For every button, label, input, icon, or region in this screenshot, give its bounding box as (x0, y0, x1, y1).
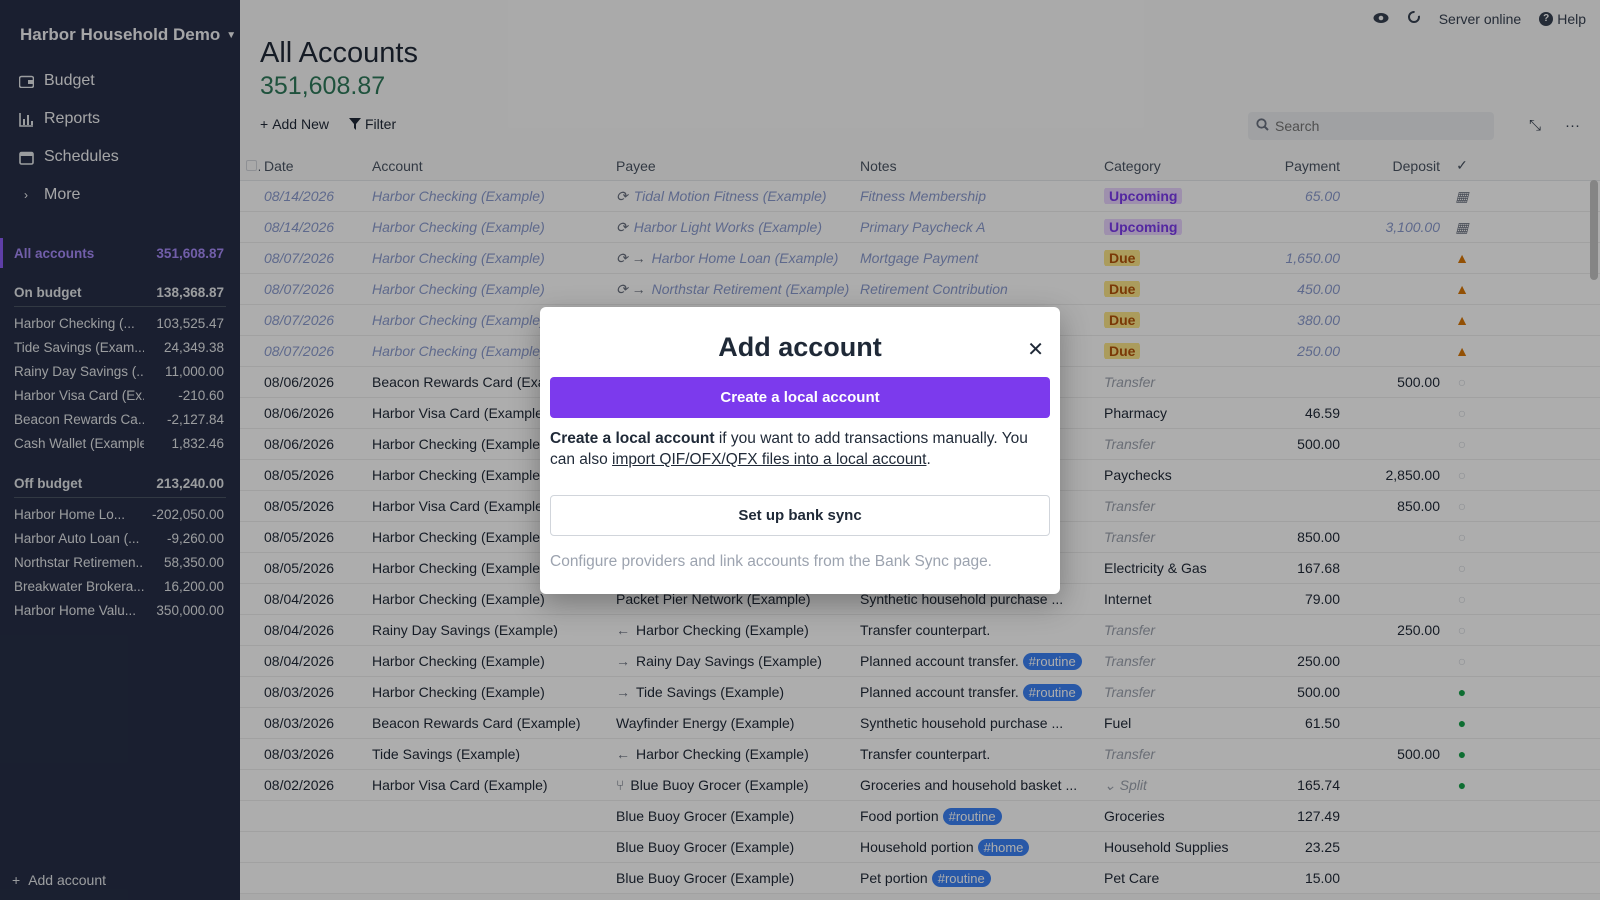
modal-title: Add account (718, 332, 882, 362)
add-account-modal: Add account ✕ Create a local account Cre… (540, 307, 1060, 594)
import-files-link[interactable]: import QIF/OFX/QFX files into a local ac… (612, 451, 926, 468)
close-icon[interactable]: ✕ (1027, 337, 1044, 362)
desc-end: . (926, 451, 931, 468)
desc-bold: Create a local account (550, 430, 715, 447)
create-local-account-button[interactable]: Create a local account (550, 377, 1050, 418)
setup-bank-sync-button[interactable]: Set up bank sync (550, 495, 1050, 536)
modal-description: Create a local account if you want to ad… (550, 428, 1050, 470)
modal-hint: Configure providers and link accounts fr… (550, 553, 992, 570)
